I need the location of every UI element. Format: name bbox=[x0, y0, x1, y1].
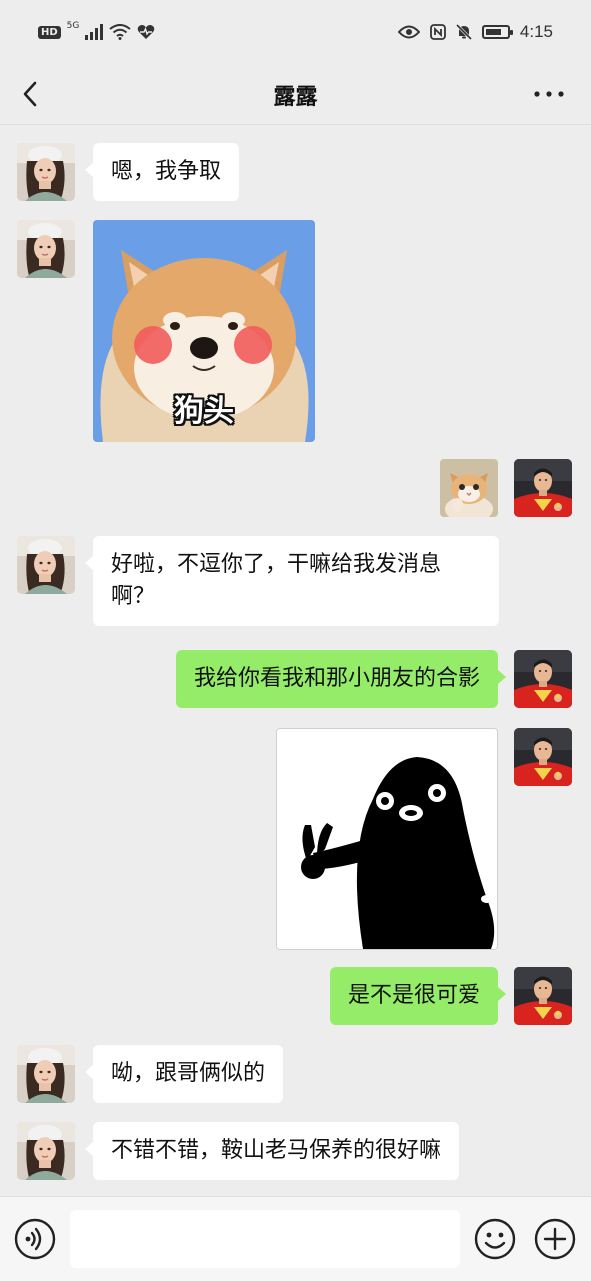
wifi-icon bbox=[109, 24, 131, 40]
status-left: HD 5G bbox=[38, 21, 155, 40]
chat-title: 露露 bbox=[273, 85, 318, 110]
contact-avatar[interactable] bbox=[17, 143, 75, 201]
penguin-peace-sticker[interactable] bbox=[276, 728, 498, 950]
clock: 4:15 bbox=[519, 22, 553, 41]
contact-avatar[interactable] bbox=[17, 536, 75, 594]
emoji-icon[interactable] bbox=[474, 1218, 516, 1260]
mute-icon bbox=[455, 24, 472, 40]
sticker-caption: 狗头 bbox=[174, 394, 234, 429]
message-bubble-left[interactable]: 呦，跟哥俩似的 bbox=[84, 1045, 284, 1103]
input-bar bbox=[0, 1196, 591, 1281]
message-bubble-left[interactable]: 好啦，不逗你了，干嘛给我发消息啊？ bbox=[85, 536, 499, 626]
message-input[interactable] bbox=[70, 1210, 460, 1268]
battery-fill bbox=[485, 29, 501, 35]
contact-avatar[interactable] bbox=[17, 1122, 75, 1180]
nfc-icon bbox=[430, 24, 446, 40]
cat-sticker[interactable] bbox=[440, 459, 498, 517]
message-bubble-left[interactable]: 不错不错，鞍山老马保养的很好嘛 bbox=[84, 1122, 460, 1180]
my-avatar[interactable] bbox=[514, 967, 572, 1025]
heart-rate-icon bbox=[138, 25, 155, 39]
message-bubble-right[interactable]: 是不是很可爱 bbox=[329, 967, 507, 1025]
cat-image bbox=[440, 459, 498, 517]
message-list[interactable]: 嗯，我争取 狗头 好啦，不逗你了，干嘛给我发消息啊？ 我给你看我和那小朋友的合影… bbox=[0, 125, 591, 1195]
message-bubble-right[interactable]: 我给你看我和那小朋友的合影 bbox=[175, 650, 507, 708]
battery-icon bbox=[481, 25, 513, 39]
hd-label: HD bbox=[38, 25, 61, 39]
penguin-image bbox=[277, 729, 497, 949]
more-icon[interactable] bbox=[529, 78, 569, 110]
contact-avatar[interactable] bbox=[17, 220, 75, 278]
my-avatar[interactable] bbox=[514, 728, 572, 786]
signal-icon bbox=[85, 24, 104, 40]
voice-icon[interactable] bbox=[14, 1218, 56, 1260]
status-bar: HD 5G 4:15 bbox=[0, 0, 591, 64]
network-label: 5G bbox=[66, 21, 80, 31]
chat-header: 露露 bbox=[0, 64, 591, 125]
plus-icon[interactable] bbox=[534, 1218, 576, 1260]
shiba-dog-sticker[interactable]: 狗头 bbox=[93, 220, 315, 442]
message-bubble-left[interactable]: 嗯，我争取 bbox=[84, 143, 240, 201]
status-right: 4:15 bbox=[397, 22, 553, 42]
my-avatar[interactable] bbox=[514, 650, 572, 708]
contact-avatar[interactable] bbox=[17, 1045, 75, 1103]
eye-icon bbox=[397, 25, 420, 39]
my-avatar[interactable] bbox=[514, 459, 572, 517]
